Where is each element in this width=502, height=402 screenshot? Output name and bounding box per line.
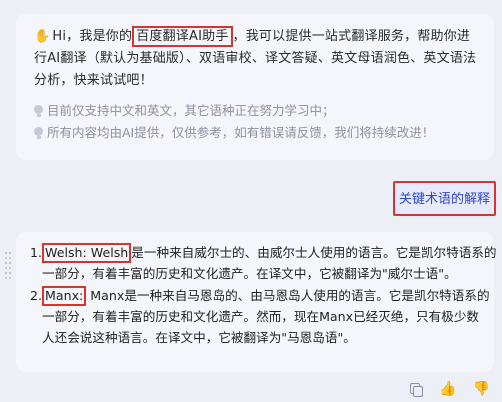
user-message-bubble: 关键术语的解释 [392, 181, 496, 216]
thumbs-down-icon[interactable]: 👎 [473, 382, 490, 396]
lightbulb-icon [34, 126, 43, 140]
definition-text: Manx是一种来自马恩岛的、由马恩岛人使用的语言。它是凯尔特语系的 [86, 288, 490, 303]
message-toolbar: 👍 👎 [409, 382, 490, 397]
assistant-answer-bubble: 1. Welsh: Welsh 是一种来自威尔士的、由威尔士人使用的语言。它是凯尔特… [16, 232, 497, 372]
list-item: 2. Manx: Manx是一种来自马恩岛的、由马恩岛人使用的语言。它是凯尔特语系… [30, 285, 490, 348]
definition-text: 是一种来自威尔士的、由威尔士人使用的语言。它是凯尔特语系的 [131, 245, 497, 260]
answer-line: 2. Manx: Manx是一种来自马恩岛的、由马恩岛人使用的语言。它是凯尔特语系… [30, 285, 490, 306]
tip-item: 所有内容均由AI提供，仅供参考，如有错误请反馈，我们将持续改进！ [34, 122, 480, 144]
answer-line: 一部分，有着丰富的历史和文化遗产。在译文中，它被翻译为"威尔士语"。 [42, 266, 457, 281]
waving-hand-icon: ✋ [34, 29, 51, 44]
tip-item: 目前仅支持中文和英文，其它语种正在努力学习中； [34, 100, 480, 122]
answer-list: 1. Welsh: Welsh 是一种来自威尔士的、由威尔士人使用的语言。它是凯尔特… [30, 242, 497, 348]
list-item: 1. Welsh: Welsh 是一种来自威尔士的、由威尔士人使用的语言。它是凯尔特… [30, 242, 497, 284]
assistant-intro-bubble: ✋ Hi，我是你的 百度翻译AI助手 ，我可以提供一站式翻译服务，帮助你进行AI翻译（… [16, 14, 494, 160]
answer-line: 人还会说这种语言。在译文中，它被翻译为"马恩岛语"。 [42, 330, 356, 345]
drag-handle-icon[interactable] [5, 252, 11, 282]
tips-list: 目前仅支持中文和英文，其它语种正在努力学习中； 所有内容均由AI提供，仅供参考，… [34, 100, 480, 144]
item-number: 2. [30, 288, 43, 303]
item-number: 1. [30, 245, 43, 260]
intro-text: ✋ Hi，我是你的 百度翻译AI助手 ，我可以提供一站式翻译服务，帮助你进行AI翻译（… [34, 26, 480, 92]
tip-text: 目前仅支持中文和英文，其它语种正在努力学习中； [47, 103, 335, 118]
answer-line: 1. Welsh: Welsh 是一种来自威尔士的、由威尔士人使用的语言。它是凯尔特… [30, 242, 497, 263]
answer-line: 一部分，有着丰富的历史和文化遗产。然而，现在Manx已经灭绝，只有极少数 [42, 309, 480, 324]
greeting-before: Hi，我是你的 [52, 29, 133, 44]
lightbulb-icon [34, 104, 43, 118]
user-message-text: 关键术语的解释 [398, 192, 490, 207]
tip-text: 所有内容均由AI提供，仅供参考，如有错误请反馈，我们将持续改进！ [47, 125, 435, 140]
term-label: Welsh: Welsh [42, 243, 132, 263]
term-label: Manx: [42, 286, 87, 306]
copy-icon[interactable] [409, 382, 424, 397]
thumbs-up-icon[interactable]: 👍 [439, 382, 456, 396]
assistant-name: 百度翻译AI助手 [132, 26, 233, 47]
chat-page: ✋ Hi，我是你的 百度翻译AI助手 ，我可以提供一站式翻译服务，帮助你进行AI翻译（… [0, 0, 502, 402]
